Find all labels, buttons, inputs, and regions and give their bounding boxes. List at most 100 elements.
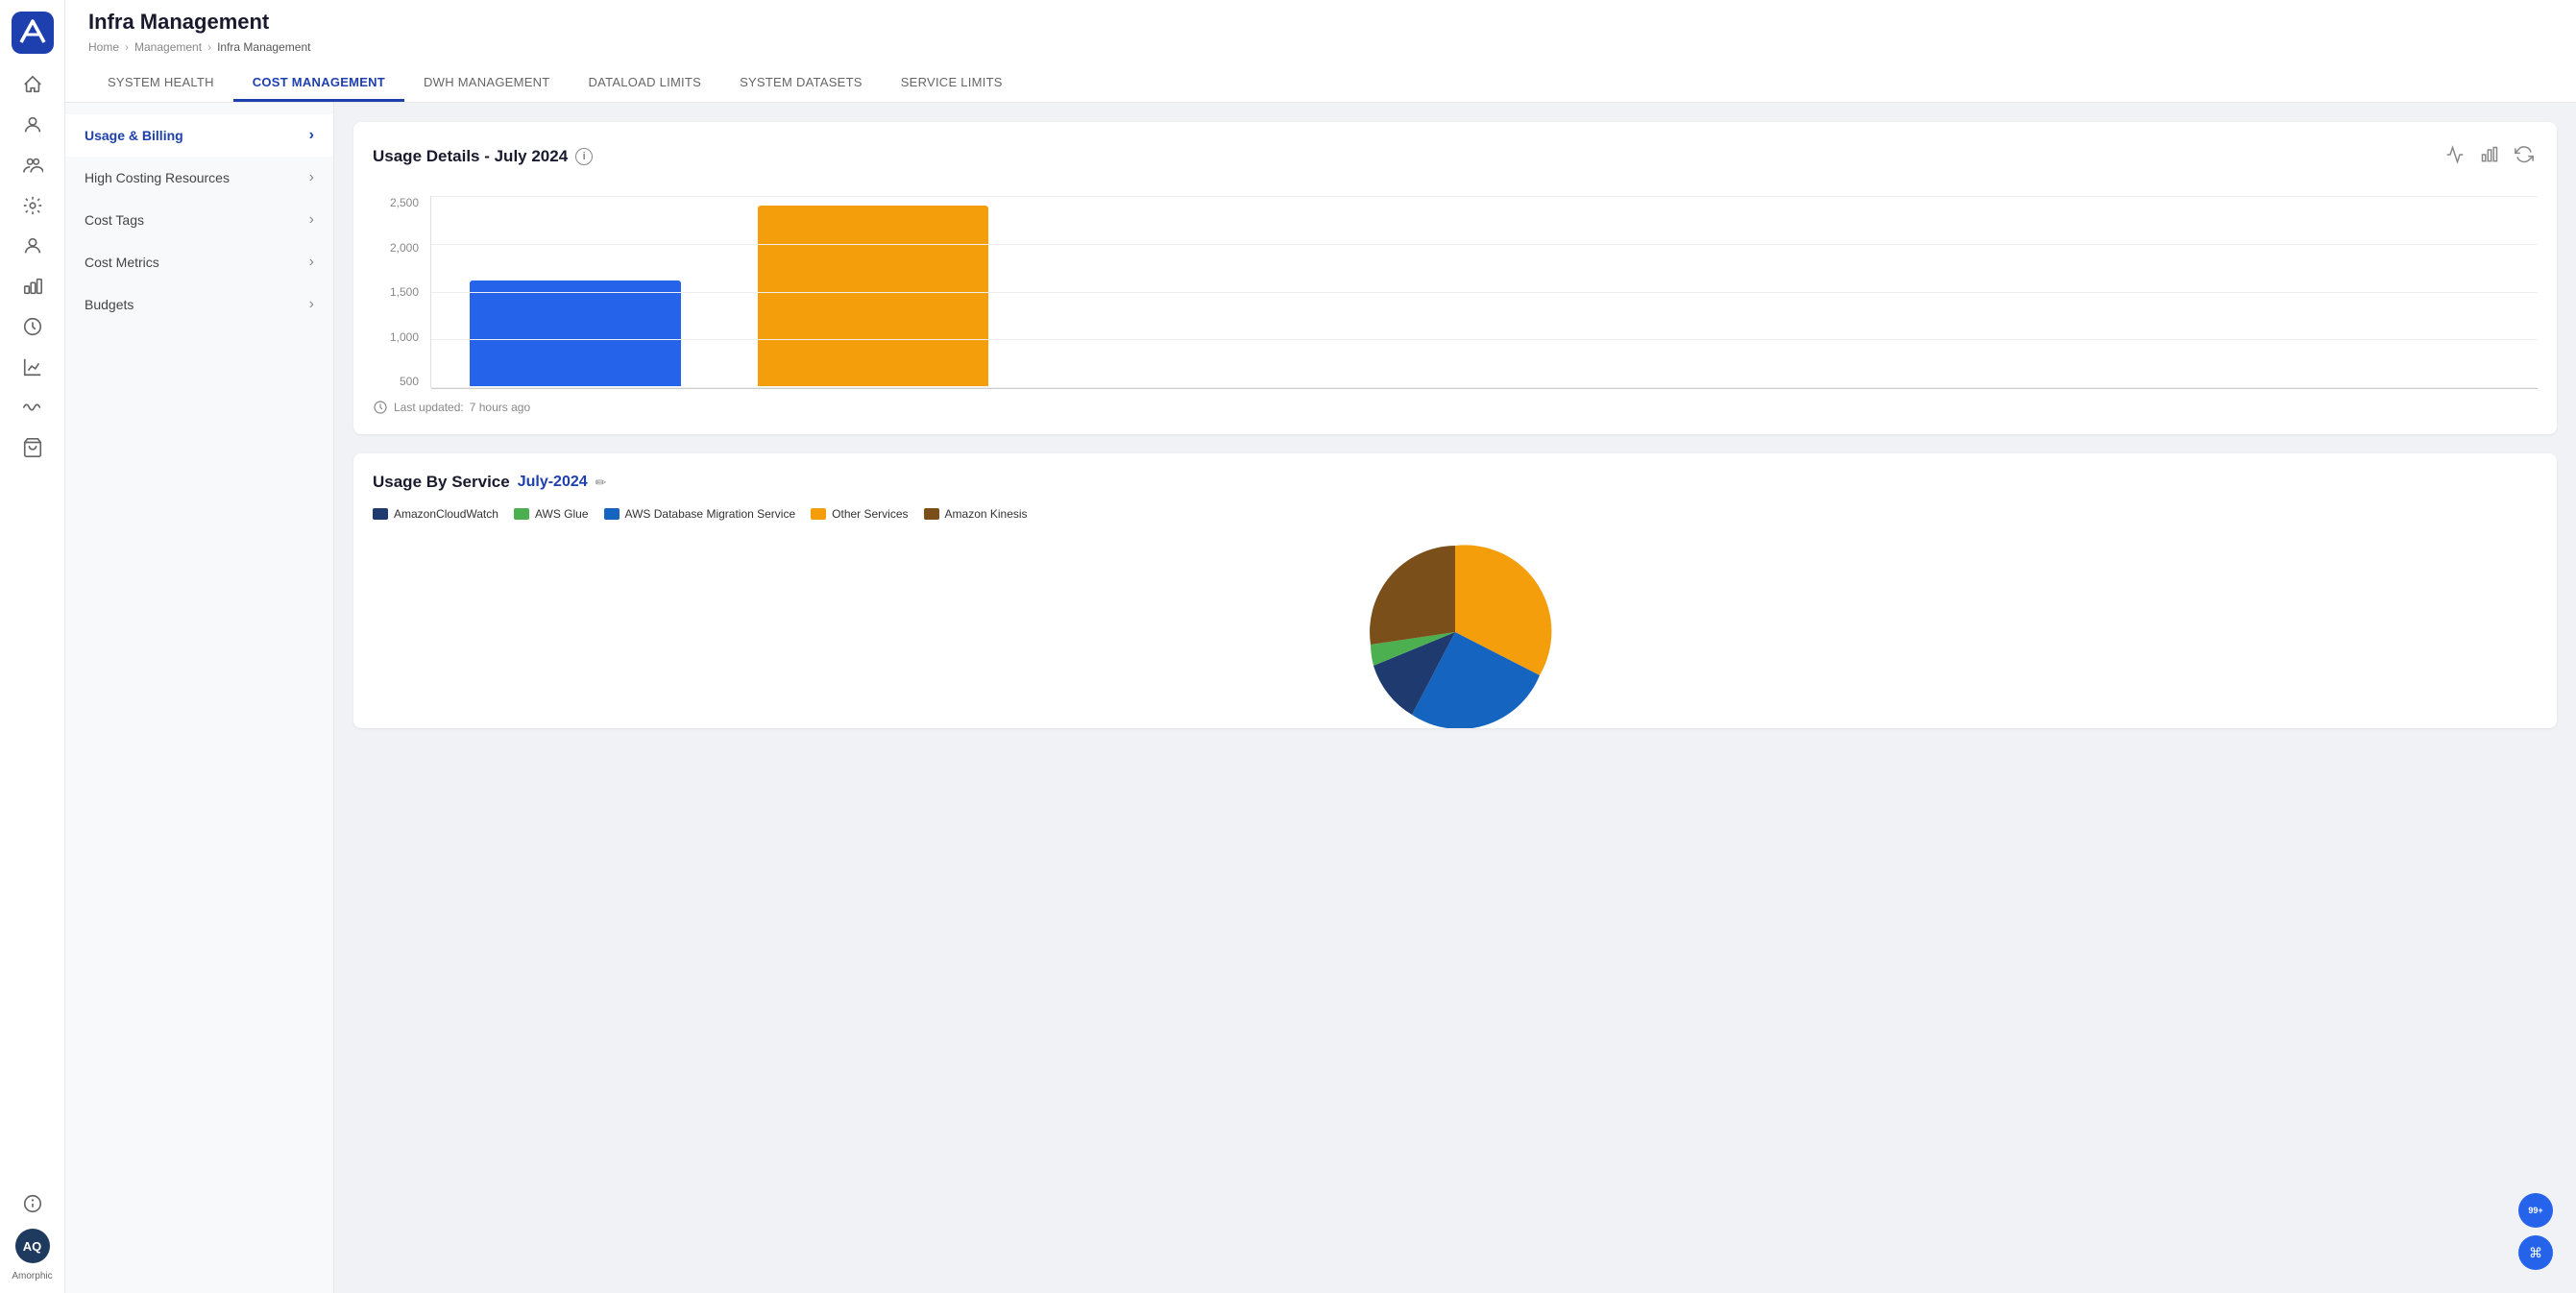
left-menu: Usage & Billing › High Costing Resources… xyxy=(65,103,334,1293)
legend-glue: AWS Glue xyxy=(514,507,589,521)
menu-item-high-costing[interactable]: High Costing Resources › xyxy=(65,157,333,199)
usage-service-header: Usage By Service July-2024 ✏ xyxy=(373,473,2538,492)
app-logo[interactable] xyxy=(12,12,54,54)
user-name-label: Amorphic xyxy=(12,1271,52,1281)
menu-item-budgets[interactable]: Budgets › xyxy=(65,283,333,326)
breadcrumb-sep-1: › xyxy=(125,40,129,54)
x-axis-line xyxy=(431,388,2538,389)
bar-blue-rect xyxy=(470,281,681,386)
chevron-icon-cost-tags: › xyxy=(309,211,314,229)
legend-label-glue: AWS Glue xyxy=(535,507,589,521)
top-header: Infra Management Home › Management › Inf… xyxy=(65,0,2576,103)
usage-details-title-text: Usage Details - July 2024 xyxy=(373,147,568,166)
sidebar-icon-wave[interactable] xyxy=(15,390,50,425)
cmd-symbol: ⌘ xyxy=(2529,1245,2542,1261)
bar-chart-toggle[interactable] xyxy=(2476,141,2503,171)
tab-service-limits[interactable]: SERVICE LIMITS xyxy=(882,65,1022,102)
legend-other: Other Services xyxy=(811,507,908,521)
menu-item-usage-billing[interactable]: Usage & Billing › xyxy=(65,114,333,157)
chevron-icon-cost-metrics: › xyxy=(309,254,314,271)
breadcrumb-parent[interactable]: Management xyxy=(134,40,202,54)
y-label-1000: 1,000 xyxy=(373,330,419,344)
notif-count: 99+ xyxy=(2528,1206,2542,1215)
bar-chart-area: 2,500 2,000 1,500 1,000 500 xyxy=(373,186,2538,415)
chevron-icon-high-costing: › xyxy=(309,169,314,186)
nav-tabs: SYSTEM HEALTH COST MANAGEMENT DWH MANAGE… xyxy=(88,65,2553,102)
last-updated-time: 7 hours ago xyxy=(470,401,530,414)
floating-actions: 99+ ⌘ xyxy=(2518,1193,2553,1270)
breadcrumb: Home › Management › Infra Management xyxy=(88,40,2553,60)
clock-icon xyxy=(373,400,388,415)
legend-dot-glue xyxy=(514,508,529,520)
legend-dot-cloudwatch xyxy=(373,508,388,520)
usage-details-title: Usage Details - July 2024 i xyxy=(373,147,593,166)
tab-cost-management[interactable]: COST MANAGEMENT xyxy=(233,65,404,102)
chart-y-labels: 2,500 2,000 1,500 1,000 500 xyxy=(373,196,426,388)
sidebar-icon-bag[interactable] xyxy=(15,430,50,465)
usage-service-title-row: Usage By Service July-2024 ✏ xyxy=(373,473,606,492)
sidebar-bottom: AQ Amorphic xyxy=(12,1186,52,1281)
menu-item-cost-tags[interactable]: Cost Tags › xyxy=(65,199,333,241)
usage-service-month: July-2024 xyxy=(518,474,588,491)
edit-month-icon[interactable]: ✏ xyxy=(595,475,607,491)
breadcrumb-sep-2: › xyxy=(207,40,211,54)
legend-dot-dms xyxy=(604,508,620,520)
tab-dwh-management[interactable]: DWH MANAGEMENT xyxy=(404,65,569,102)
usage-by-service-card: Usage By Service July-2024 ✏ AmazonCloud… xyxy=(353,453,2557,728)
legend-dms: AWS Database Migration Service xyxy=(604,507,796,521)
last-updated-label: Last updated: xyxy=(394,401,464,414)
user-avatar[interactable]: AQ xyxy=(15,1229,50,1263)
y-label-2000: 2,000 xyxy=(373,241,419,255)
bar-orange-rect xyxy=(758,206,988,386)
chart-grid xyxy=(430,196,2538,388)
pie-chart-container xyxy=(373,536,2538,709)
page-title-row: Infra Management xyxy=(88,10,2553,40)
cmd-badge[interactable]: ⌘ xyxy=(2518,1235,2553,1270)
notification-badge[interactable]: 99+ xyxy=(2518,1193,2553,1228)
y-label-500: 500 xyxy=(373,375,419,388)
menu-label-budgets: Budgets xyxy=(85,297,134,312)
breadcrumb-home[interactable]: Home xyxy=(88,40,119,54)
chart-legend: AmazonCloudWatch AWS Glue AWS Database M… xyxy=(373,507,2538,521)
tab-system-health[interactable]: SYSTEM HEALTH xyxy=(88,65,233,102)
legend-dot-other xyxy=(811,508,826,520)
tab-dataload-limits[interactable]: DATALOAD LIMITS xyxy=(570,65,721,102)
y-label-2500: 2,500 xyxy=(373,196,419,209)
sidebar-icon-info[interactable] xyxy=(15,1186,50,1221)
breadcrumb-current: Infra Management xyxy=(217,40,310,54)
tab-system-datasets[interactable]: SYSTEM DATASETS xyxy=(720,65,882,102)
legend-label-dms: AWS Database Migration Service xyxy=(625,507,796,521)
usage-service-title-text: Usage By Service xyxy=(373,473,510,492)
legend-label-other: Other Services xyxy=(832,507,908,521)
pie-slice-kinesis xyxy=(1370,546,1455,645)
legend-kinesis: Amazon Kinesis xyxy=(924,507,1028,521)
legend-cloudwatch: AmazonCloudWatch xyxy=(373,507,498,521)
sidebar-icon-clock[interactable] xyxy=(15,309,50,344)
sidebar-icon-user[interactable] xyxy=(15,229,50,263)
chart-bars-container xyxy=(431,196,2538,388)
menu-label-cost-tags: Cost Tags xyxy=(85,212,144,228)
pie-chart-svg xyxy=(1311,536,1599,728)
sidebar-icon-person[interactable] xyxy=(15,108,50,142)
legend-label-cloudwatch: AmazonCloudWatch xyxy=(394,507,498,521)
chevron-icon-budgets: › xyxy=(309,296,314,313)
bar-blue xyxy=(470,281,681,386)
menu-label-cost-metrics: Cost Metrics xyxy=(85,255,159,270)
usage-details-header: Usage Details - July 2024 i xyxy=(373,141,2538,171)
content-area: Usage & Billing › High Costing Resources… xyxy=(65,103,2576,1293)
bar-orange xyxy=(758,206,988,386)
sidebar: AQ Amorphic xyxy=(0,0,65,1293)
sidebar-icon-analytics[interactable] xyxy=(15,350,50,384)
menu-item-cost-metrics[interactable]: Cost Metrics › xyxy=(65,241,333,283)
refresh-button[interactable] xyxy=(2511,141,2538,171)
sidebar-icon-group[interactable] xyxy=(15,148,50,183)
right-panel: Usage Details - July 2024 i xyxy=(334,103,2576,1293)
sidebar-icon-settings[interactable] xyxy=(15,188,50,223)
sidebar-icon-org[interactable] xyxy=(15,269,50,304)
line-chart-toggle[interactable] xyxy=(2442,141,2468,171)
menu-label-high-costing: High Costing Resources xyxy=(85,170,230,185)
y-label-1500: 1,500 xyxy=(373,285,419,299)
info-icon[interactable]: i xyxy=(575,148,593,165)
menu-label-usage-billing: Usage & Billing xyxy=(85,128,183,143)
sidebar-icon-home[interactable] xyxy=(15,67,50,102)
